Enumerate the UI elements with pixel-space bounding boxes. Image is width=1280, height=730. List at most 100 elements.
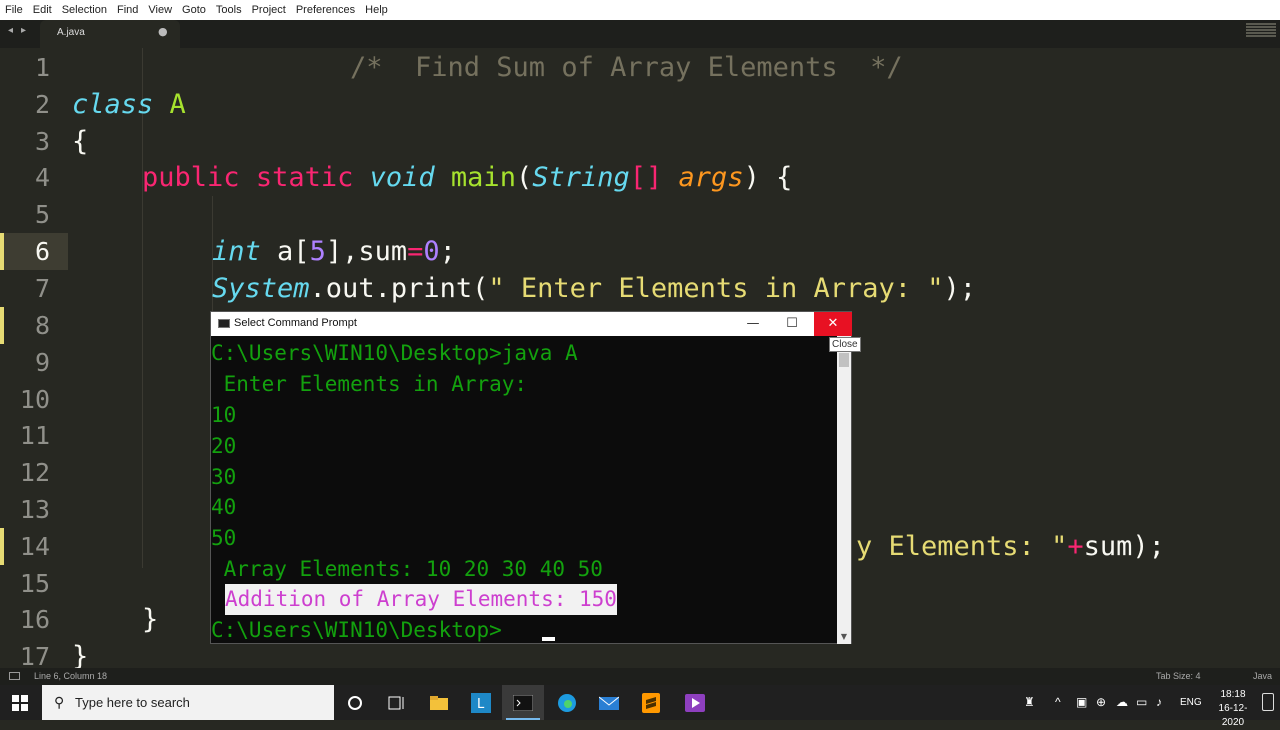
taskbar-media-app[interactable]: [674, 685, 716, 720]
cmd-line: 20: [211, 434, 237, 458]
line-number: 11: [19, 421, 50, 450]
menu-help[interactable]: Help: [360, 4, 393, 16]
line-number: 15: [19, 569, 50, 598]
code-text: ],sum: [325, 236, 408, 267]
cmd-prompt-line: C:\Users\WIN10\Desktop>: [211, 618, 502, 642]
taskbar-mail[interactable]: [588, 685, 630, 720]
menu-edit[interactable]: Edit: [28, 4, 57, 16]
cmd-cursor: [542, 637, 555, 641]
line-number: 9: [34, 348, 50, 377]
cursor-position: Line 6, Column 18: [34, 671, 108, 681]
code-comment: /* Find Sum of Array Elements */: [350, 52, 903, 83]
taskbar-sublime-text[interactable]: [630, 685, 672, 720]
array-brackets: []: [629, 162, 663, 193]
menu-project[interactable]: Project: [247, 4, 291, 16]
tab-scroll-right-icon[interactable]: ▸: [21, 25, 26, 36]
line-number: 10: [19, 385, 50, 414]
cmd-line: Array Elements: 10 20 30 40 50: [211, 557, 603, 581]
minimap[interactable]: [1246, 22, 1276, 44]
code-line-14: y Elements: "+sum);: [856, 528, 1165, 565]
status-bar: Line 6, Column 18 Tab Size: 4 Java: [0, 668, 1280, 685]
volume-icon[interactable]: ♪: [1156, 695, 1162, 709]
taskbar-app-l[interactable]: L: [460, 685, 502, 720]
cmd-title-bar[interactable]: Select Command Prompt — ☐ ✕: [211, 312, 852, 336]
menu-preferences[interactable]: Preferences: [291, 4, 360, 16]
cortana-button[interactable]: [334, 685, 376, 720]
keyword-static: static: [255, 162, 354, 193]
keyword-void: void: [369, 162, 435, 193]
type-string: String: [532, 162, 630, 193]
number-literal: 5: [309, 236, 326, 267]
line-number: 7: [34, 274, 50, 303]
panel-toggle-icon[interactable]: [9, 672, 20, 680]
minimize-button[interactable]: —: [734, 312, 772, 336]
cmd-line: 50: [211, 526, 237, 550]
people-icon[interactable]: ♜: [1024, 695, 1035, 709]
line-number: 12: [19, 458, 50, 487]
device-icon[interactable]: ▣: [1076, 695, 1087, 709]
taskbar-file-explorer[interactable]: [418, 685, 460, 720]
search-icon: ⚲: [54, 694, 65, 710]
taskbar-search-box[interactable]: ⚲ Type here to search: [42, 685, 334, 720]
class-system: System: [212, 273, 310, 304]
scroll-down-arrow-icon[interactable]: ▼: [837, 630, 851, 644]
mail-icon: [599, 696, 619, 710]
command-prompt-window[interactable]: Select Command Prompt — ☐ ✕ Close C:\Use…: [210, 311, 861, 644]
maximize-button[interactable]: ☐: [773, 312, 811, 336]
scroll-thumb[interactable]: [839, 353, 849, 367]
tab-size-setting[interactable]: Tab Size: 4: [1156, 671, 1201, 681]
operator-assign: =: [407, 236, 424, 267]
cmd-highlighted-result: Addition of Array Elements: 150: [225, 584, 617, 615]
windows-start-button[interactable]: [12, 695, 28, 711]
indent-guide: [142, 48, 143, 568]
menu-view[interactable]: View: [143, 4, 177, 16]
close-tooltip: Close: [829, 337, 861, 352]
weather-cloud-icon[interactable]: ☁: [1116, 695, 1128, 709]
task-view-button[interactable]: [376, 685, 418, 720]
menu-goto[interactable]: Goto: [177, 4, 211, 16]
taskbar-edge[interactable]: [546, 685, 588, 720]
unsaved-dot-icon[interactable]: ●: [158, 25, 168, 38]
search-placeholder: Type here to search: [75, 695, 190, 710]
taskbar-command-prompt[interactable]: [502, 685, 544, 720]
code-line-4: public static void main(String[] args) {: [142, 159, 792, 196]
menu-tools[interactable]: Tools: [211, 4, 247, 16]
tab-a-java[interactable]: A.java ●: [40, 20, 180, 48]
line-number: 17: [19, 642, 50, 668]
menu-bar: File Edit Selection Find View Goto Tools…: [0, 0, 1280, 21]
code-line-6: int a[5],sum=0;: [212, 233, 456, 270]
cmd-output[interactable]: C:\Users\WIN10\Desktop>java A Enter Elem…: [211, 336, 836, 644]
keyword-int: int: [212, 236, 261, 267]
cmd-scrollbar[interactable]: ▲ ▼: [837, 336, 851, 644]
menu-find[interactable]: Find: [112, 4, 143, 16]
sublime-text-icon: [642, 692, 660, 713]
notifications-icon[interactable]: [1262, 693, 1274, 711]
keyword-class: class: [72, 89, 154, 120]
line-number: 13: [19, 495, 50, 524]
battery-icon[interactable]: ▭: [1136, 695, 1147, 709]
syntax-setting[interactable]: Java: [1253, 671, 1272, 681]
system-clock[interactable]: 18:18 16-12-2020: [1208, 688, 1258, 730]
string-literal: " Enter Elements in Array: ": [488, 273, 944, 304]
terminal-icon: [513, 694, 533, 711]
line-number: 8: [34, 311, 50, 340]
menu-selection[interactable]: Selection: [57, 4, 112, 16]
menu-file[interactable]: File: [0, 4, 28, 16]
close-button[interactable]: ✕: [814, 312, 852, 336]
cmd-line: 10: [211, 403, 237, 427]
number-literal: 0: [423, 236, 440, 267]
line-number: 3: [34, 127, 50, 156]
method-main: main: [450, 162, 516, 193]
class-name: A: [169, 89, 186, 120]
media-app-icon: [685, 693, 705, 712]
l-app-icon: L: [471, 692, 491, 713]
operator-plus: +: [1067, 531, 1084, 562]
cortana-circle-icon: [348, 695, 362, 710]
code-line-16: }: [142, 604, 159, 635]
input-language-indicator[interactable]: ENG: [1180, 697, 1202, 708]
windows-taskbar: ⚲ Type here to search L ♜ ^ ▣ ⊕ ☁ ▭ ♪ EN…: [0, 685, 1280, 728]
show-hidden-icons-chevron-icon[interactable]: ^: [1055, 695, 1061, 709]
code-line-7: System.out.print(" Enter Elements in Arr…: [212, 270, 976, 307]
tab-scroll-left-icon[interactable]: ◂: [8, 25, 13, 36]
network-globe-icon[interactable]: ⊕: [1096, 695, 1106, 709]
